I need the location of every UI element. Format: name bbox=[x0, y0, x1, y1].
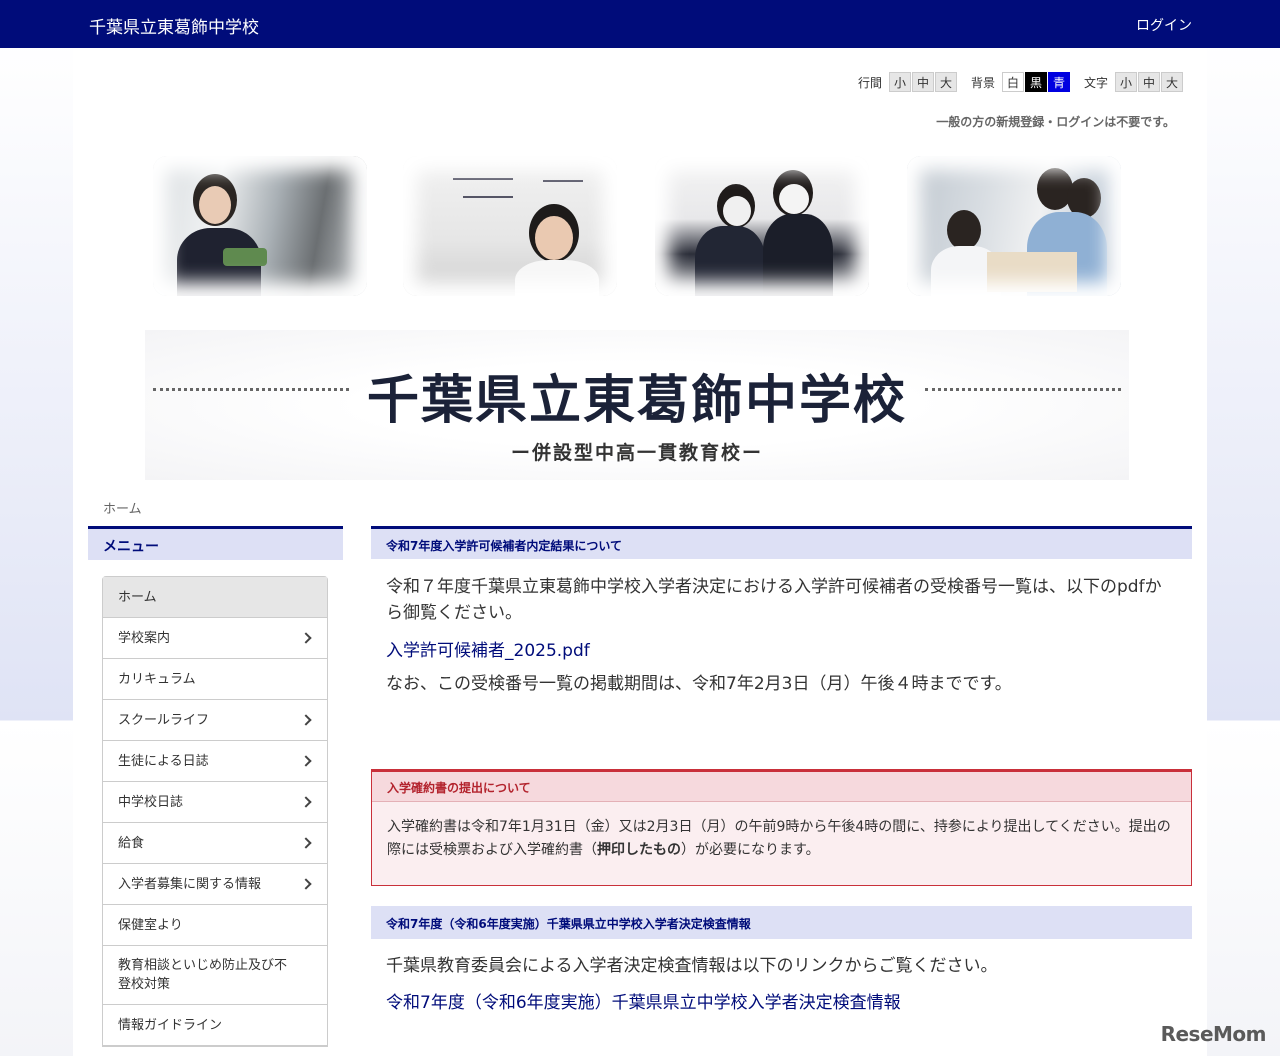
sidebar-item-admissions[interactable]: 入学者募集に関する情報 bbox=[103, 864, 327, 905]
sidebar-item-home[interactable]: ホーム bbox=[103, 577, 327, 618]
banner-subtitle: ー併設型中高一貫教育校ー bbox=[510, 442, 763, 464]
main-content: 令和7年度入学許可候補者内定結果について 令和７年度千葉県立東葛飾中学校入学者決… bbox=[371, 526, 1192, 1013]
chevron-right-icon[interactable] bbox=[300, 837, 312, 849]
sidebar-item-label: 学校案内 bbox=[118, 631, 171, 646]
sidebar-item-label: カリキュラム bbox=[118, 672, 196, 687]
alert-box: 入学確約書の提出について 入学確約書は令和7年1月31日（金）又は2月3日（月）… bbox=[371, 769, 1192, 886]
header-photo-3 bbox=[655, 156, 869, 296]
background-black-button[interactable]: 黒 bbox=[1024, 72, 1047, 92]
sidebar-item-counseling[interactable]: 教育相談といじめ防止及び不登校対策 bbox=[103, 946, 327, 1005]
sidebar-item-student-diary[interactable]: 生徒による日誌 bbox=[103, 741, 327, 782]
text-size-group: 小 中 大 bbox=[1114, 72, 1183, 92]
sidebar-item-label: 入学者募集に関する情報 bbox=[118, 877, 262, 892]
header-photo-1 bbox=[153, 156, 367, 296]
posting-period-text: なお、この受検番号一覧の掲載期間は、令和7年2月3日（月）午後４時までです。 bbox=[386, 674, 1012, 694]
background-label: 背景 bbox=[970, 75, 995, 90]
top-bar: 千葉県立東葛飾中学校 ログイン bbox=[0, 0, 1280, 48]
school-banner: 千葉県立東葛飾中学校 ー併設型中高一貫教育校ー bbox=[145, 330, 1129, 480]
login-link[interactable]: ログイン bbox=[1136, 15, 1192, 35]
chevron-right-icon[interactable] bbox=[300, 632, 312, 644]
breadcrumb[interactable]: ホーム bbox=[103, 498, 142, 517]
chevron-right-icon[interactable] bbox=[300, 878, 312, 890]
alert-text-end: ）が必要になります。 bbox=[681, 842, 820, 858]
line-spacing-large-button[interactable]: 大 bbox=[934, 72, 957, 92]
chevron-right-icon[interactable] bbox=[300, 714, 312, 726]
sidebar-item-school-life[interactable]: スクールライフ bbox=[103, 700, 327, 741]
line-spacing-group: 小 中 大 bbox=[888, 72, 957, 92]
alert-body: 入学確約書は令和7年1月31日（金）又は2月3日（月）の午前9時から午後4時の間… bbox=[372, 802, 1191, 862]
header-photo-4 bbox=[907, 156, 1121, 296]
watermark-logo: ReseMom bbox=[1160, 1022, 1267, 1046]
sidebar-item-health-room[interactable]: 保健室より bbox=[103, 905, 327, 946]
line-spacing-medium-button[interactable]: 中 bbox=[911, 72, 934, 92]
admission-pdf-link[interactable]: 入学許可候補者_2025.pdf bbox=[386, 636, 590, 661]
sidebar-heading: メニュー bbox=[88, 526, 343, 560]
exam-info-link[interactable]: 令和7年度（令和6年度実施）千葉県県立中学校入学者決定検査情報 bbox=[386, 988, 901, 1013]
header-photo-2 bbox=[403, 156, 617, 296]
sidebar-item-lunch[interactable]: 給食 bbox=[103, 823, 327, 864]
accessibility-tools: 行間 小 中 大 背景 白 黒 青 文字 小 中 大 bbox=[858, 72, 1183, 92]
page-container: 行間 小 中 大 背景 白 黒 青 文字 小 中 大 一般の方の新規登録・ログイ… bbox=[73, 48, 1207, 1056]
background-white-button[interactable]: 白 bbox=[1001, 72, 1024, 92]
sidebar: メニュー ホーム 学校案内 カリキュラム スクールライフ 生徒による日誌 中学校… bbox=[88, 526, 343, 1047]
text-size-medium-button[interactable]: 中 bbox=[1138, 72, 1160, 92]
sidebar-item-info-guideline[interactable]: 情報ガイドライン bbox=[103, 1005, 327, 1046]
sidebar-item-label: スクールライフ bbox=[118, 713, 210, 728]
sidebar-item-label: 教育相談といじめ防止及び不登校対策 bbox=[118, 958, 288, 992]
site-title-link[interactable]: 千葉県立東葛飾中学校 bbox=[89, 13, 259, 38]
sidebar-item-label: ホーム bbox=[118, 590, 157, 605]
line-spacing-label: 行間 bbox=[857, 75, 882, 90]
alert-bold-text: 押印したもの bbox=[597, 842, 681, 858]
chevron-right-icon[interactable] bbox=[300, 755, 312, 767]
exam-info-text: 千葉県教育委員会による入学者決定検査情報は以下のリンクからご覧ください。 bbox=[386, 956, 998, 976]
login-notice: 一般の方の新規登録・ログインは不要です。 bbox=[936, 115, 1175, 129]
sidebar-item-school-guide[interactable]: 学校案内 bbox=[103, 618, 327, 659]
admission-results-text: 令和７年度千葉県立東葛飾中学校入学者決定における入学許可候補者の受検番号一覧は、… bbox=[386, 577, 1162, 623]
section-heading-exam-info: 令和7年度（令和6年度実施）千葉県県立中学校入学者決定検査情報 bbox=[371, 906, 1192, 939]
background-group: 白 黒 青 bbox=[1001, 72, 1070, 92]
section-heading-admission-results: 令和7年度入学許可候補者内定結果について bbox=[371, 526, 1192, 559]
text-size-small-button[interactable]: 小 bbox=[1115, 72, 1137, 92]
sidebar-item-school-diary[interactable]: 中学校日誌 bbox=[103, 782, 327, 823]
chevron-right-icon[interactable] bbox=[300, 796, 312, 808]
sidebar-item-label: 中学校日誌 bbox=[118, 795, 184, 810]
banner-school-name: 千葉県立東葛飾中学校 bbox=[366, 370, 907, 431]
sidebar-item-label: 給食 bbox=[118, 836, 145, 851]
sidebar-item-curriculum[interactable]: カリキュラム bbox=[103, 659, 327, 700]
sidebar-item-label: 生徒による日誌 bbox=[118, 754, 209, 769]
sidebar-item-label: 保健室より bbox=[118, 918, 183, 933]
text-size-label: 文字 bbox=[1083, 75, 1108, 90]
alert-heading: 入学確約書の提出について bbox=[372, 772, 1191, 802]
sidebar-menu: ホーム 学校案内 カリキュラム スクールライフ 生徒による日誌 中学校日誌 給食… bbox=[102, 576, 328, 1047]
line-spacing-small-button[interactable]: 小 bbox=[888, 72, 911, 92]
background-blue-button[interactable]: 青 bbox=[1047, 72, 1070, 92]
sidebar-item-label: 情報ガイドライン bbox=[118, 1018, 223, 1033]
text-size-large-button[interactable]: 大 bbox=[1161, 72, 1183, 92]
